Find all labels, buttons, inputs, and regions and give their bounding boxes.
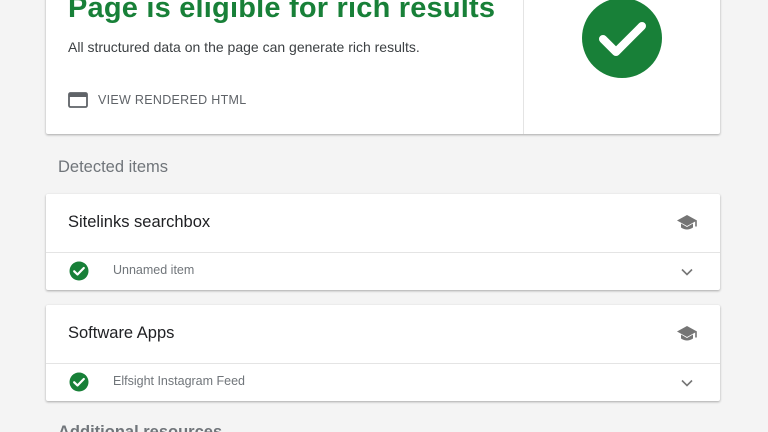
view-rendered-html-label: VIEW RENDERED HTML bbox=[98, 93, 247, 107]
view-rendered-html-button[interactable]: VIEW RENDERED HTML bbox=[68, 92, 246, 108]
chevron-down-icon[interactable] bbox=[680, 265, 694, 279]
status-description: All structured data on the page can gene… bbox=[68, 39, 420, 55]
summary-text-area: Page is eligible for rich results All st… bbox=[46, 0, 524, 134]
detected-item-row[interactable]: Unnamed item bbox=[46, 253, 720, 290]
detected-item-title: Software Apps bbox=[68, 324, 175, 342]
page: Page is eligible for rich results All st… bbox=[0, 0, 768, 432]
browser-window-icon bbox=[68, 92, 88, 108]
detected-item-header: Sitelinks searchbox bbox=[46, 194, 720, 253]
school-icon[interactable] bbox=[676, 213, 698, 233]
result-summary-card: Page is eligible for rich results All st… bbox=[46, 0, 720, 134]
detected-items-heading: Detected items bbox=[58, 158, 169, 176]
detected-item-header: Software Apps bbox=[46, 305, 720, 364]
valid-check-icon bbox=[69, 372, 89, 392]
valid-check-icon bbox=[69, 261, 89, 281]
detected-item-card: Sitelinks searchbox Unnamed item bbox=[46, 194, 720, 290]
status-icon-area bbox=[524, 0, 720, 134]
chevron-down-icon[interactable] bbox=[680, 376, 694, 390]
detected-item-card: Software Apps Elfsight Instagram Feed bbox=[46, 305, 720, 401]
school-icon[interactable] bbox=[676, 324, 698, 344]
check-circle-icon bbox=[582, 0, 662, 78]
detected-item-title: Sitelinks searchbox bbox=[68, 213, 211, 231]
additional-resources-heading: Additional resources bbox=[58, 423, 223, 432]
detected-item-row[interactable]: Elfsight Instagram Feed bbox=[46, 364, 720, 401]
detected-item-name: Unnamed item bbox=[113, 263, 195, 277]
detected-item-name: Elfsight Instagram Feed bbox=[113, 374, 246, 388]
status-title: Page is eligible for rich results bbox=[68, 0, 496, 24]
